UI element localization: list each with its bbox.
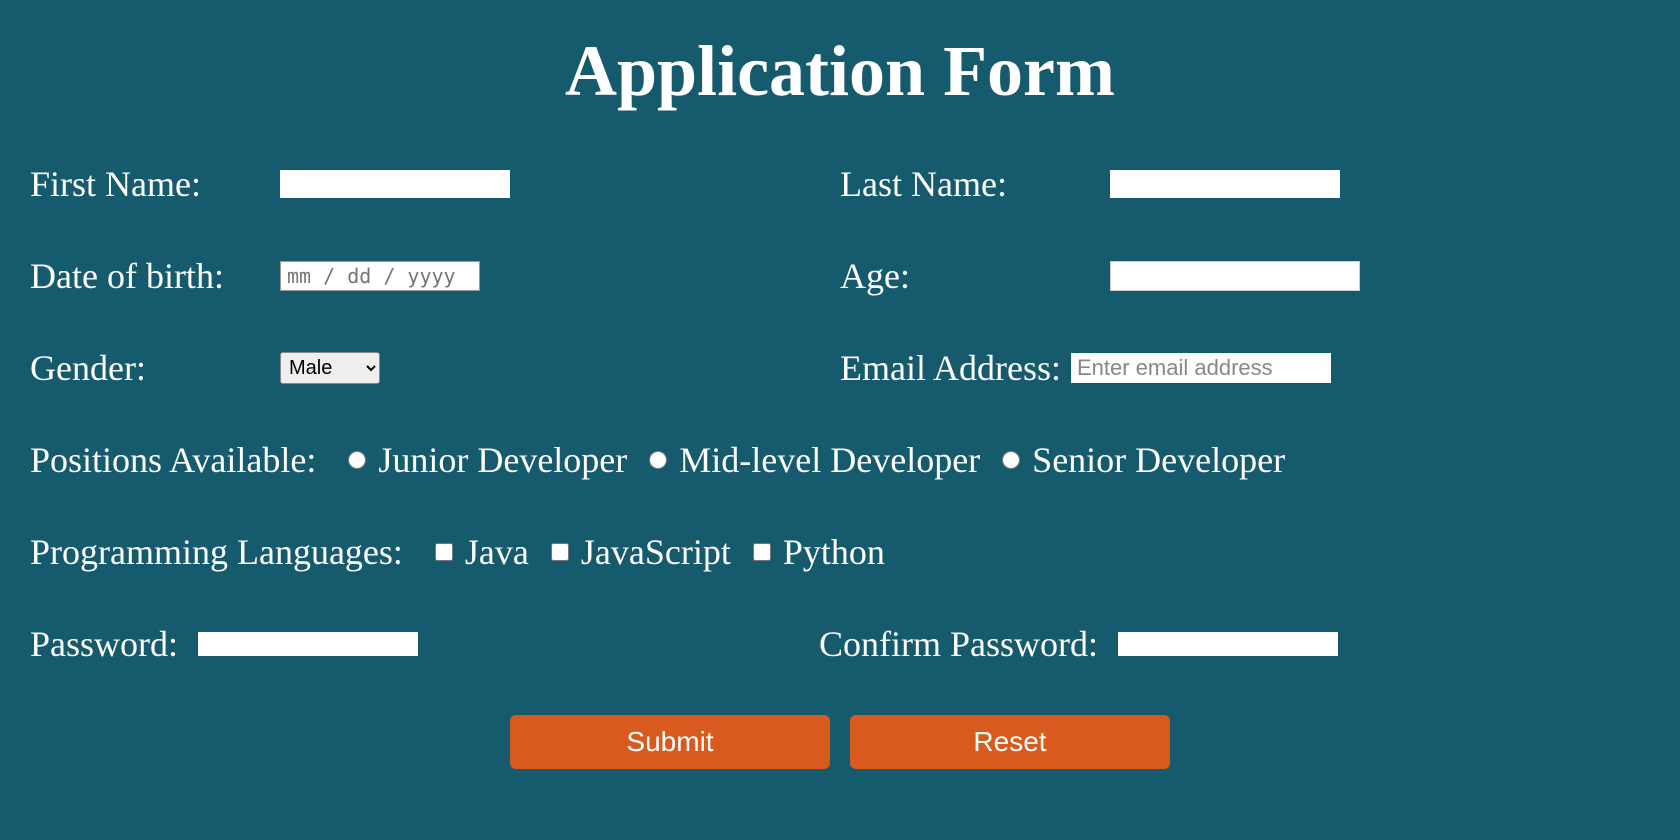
positions-label: Positions Available: bbox=[30, 439, 316, 481]
lang-javascript-label: JavaScript bbox=[581, 531, 731, 573]
position-junior-radio[interactable] bbox=[348, 451, 366, 469]
first-name-group: First Name: bbox=[30, 163, 840, 205]
confirm-password-input[interactable] bbox=[1118, 632, 1338, 656]
age-group: Age: bbox=[840, 255, 1650, 297]
lang-python-checkbox[interactable] bbox=[753, 543, 771, 561]
gender-select[interactable]: Male bbox=[280, 352, 380, 384]
email-group: Email Address: bbox=[840, 347, 1650, 389]
confirm-password-label: Confirm Password: bbox=[819, 623, 1098, 665]
lang-java-checkbox[interactable] bbox=[435, 543, 453, 561]
gender-label: Gender: bbox=[30, 347, 260, 389]
last-name-group: Last Name: bbox=[840, 163, 1650, 205]
password-label: Password: bbox=[30, 623, 178, 665]
email-label: Email Address: bbox=[840, 347, 1061, 389]
dob-group: Date of birth: bbox=[30, 255, 840, 297]
row-languages: Programming Languages: Java JavaScript P… bbox=[30, 531, 1650, 573]
age-label: Age: bbox=[840, 255, 1090, 297]
confirm-password-group: Confirm Password: bbox=[759, 623, 1650, 665]
row-dob-age: Date of birth: Age: bbox=[30, 255, 1650, 297]
dob-input[interactable] bbox=[280, 261, 480, 291]
lang-java-label: Java bbox=[465, 531, 529, 573]
submit-button[interactable]: Submit bbox=[510, 715, 830, 769]
dob-label: Date of birth: bbox=[30, 255, 260, 297]
button-row: Submit Reset bbox=[30, 715, 1650, 769]
positions-group: Positions Available: Junior Developer Mi… bbox=[30, 439, 1295, 481]
form-container: Application Form First Name: Last Name: … bbox=[0, 0, 1680, 789]
lang-javascript-checkbox[interactable] bbox=[551, 543, 569, 561]
position-senior-radio[interactable] bbox=[1002, 451, 1020, 469]
position-mid-radio[interactable] bbox=[649, 451, 667, 469]
row-positions: Positions Available: Junior Developer Mi… bbox=[30, 439, 1650, 481]
first-name-input[interactable] bbox=[280, 170, 510, 198]
row-name: First Name: Last Name: bbox=[30, 163, 1650, 205]
row-password: Password: Confirm Password: bbox=[30, 623, 1650, 665]
age-input[interactable] bbox=[1110, 261, 1360, 291]
last-name-label: Last Name: bbox=[840, 163, 1090, 205]
languages-label: Programming Languages: bbox=[30, 531, 403, 573]
first-name-label: First Name: bbox=[30, 163, 260, 205]
position-senior-label: Senior Developer bbox=[1032, 439, 1285, 481]
reset-button[interactable]: Reset bbox=[850, 715, 1170, 769]
email-input[interactable] bbox=[1071, 353, 1331, 383]
position-junior-label: Junior Developer bbox=[378, 439, 627, 481]
languages-group: Programming Languages: Java JavaScript P… bbox=[30, 531, 895, 573]
gender-group: Gender: Male bbox=[30, 347, 840, 389]
position-mid-label: Mid-level Developer bbox=[679, 439, 980, 481]
lang-python-label: Python bbox=[783, 531, 885, 573]
password-input[interactable] bbox=[198, 632, 418, 656]
row-gender-email: Gender: Male Email Address: bbox=[30, 347, 1650, 389]
last-name-input[interactable] bbox=[1110, 170, 1340, 198]
page-title: Application Form bbox=[30, 30, 1650, 113]
password-group: Password: bbox=[30, 623, 759, 665]
